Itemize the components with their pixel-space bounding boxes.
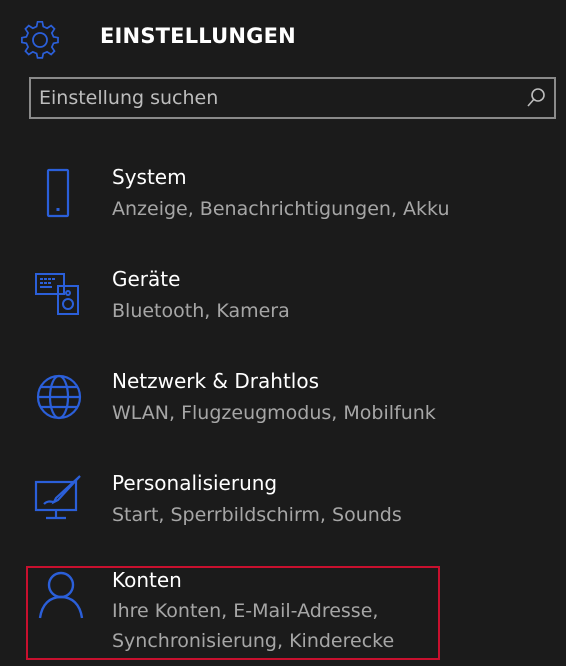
item-description: Bluetooth, Kamera (112, 300, 290, 322)
search-icon[interactable] (526, 87, 546, 109)
item-description-line: Synchronisierung, Kinderecke (112, 630, 395, 652)
item-label: Personalisierung (112, 471, 278, 495)
settings-item-netzwerk[interactable]: Netzwerk & Drahtlos WLAN, Flugzeugmodus,… (28, 364, 556, 444)
settings-page: EINSTELLUNGEN System Anzeige, Benachrich… (0, 0, 566, 666)
item-label: Geräte (112, 267, 181, 291)
item-description: Anzeige, Benachrichtigungen, Akku (112, 198, 450, 220)
gear-icon (21, 20, 59, 59)
settings-item-personalisierung[interactable]: Personalisierung Start, Sperrbildschirm,… (28, 466, 556, 546)
devices-icon (35, 273, 79, 315)
page-title: EINSTELLUNGEN (100, 24, 296, 48)
personalization-icon (34, 475, 81, 520)
item-label: Netzwerk & Drahtlos (112, 369, 319, 393)
person-icon (38, 571, 84, 619)
item-label: Konten (112, 568, 182, 592)
item-description: Start, Sperrbildschirm, Sounds (112, 504, 402, 526)
settings-item-geraete[interactable]: Geräte Bluetooth, Kamera (28, 262, 556, 342)
settings-item-system[interactable]: System Anzeige, Benachrichtigungen, Akku (28, 160, 556, 240)
phone-icon (46, 168, 70, 218)
page-header: EINSTELLUNGEN (20, 18, 296, 62)
item-description: WLAN, Flugzeugmodus, Mobilfunk (112, 402, 436, 424)
item-label: System (112, 165, 187, 189)
settings-item-konten[interactable]: Konten Ihre Konten, E-Mail-Adresse, Sync… (26, 566, 440, 660)
search-box[interactable] (29, 77, 556, 119)
search-input[interactable] (31, 79, 519, 117)
item-description: Ihre Konten, E-Mail-Adresse, Synchronisi… (112, 596, 394, 656)
globe-icon (36, 374, 82, 420)
item-description-line: Ihre Konten, E-Mail-Adresse, (112, 600, 379, 622)
